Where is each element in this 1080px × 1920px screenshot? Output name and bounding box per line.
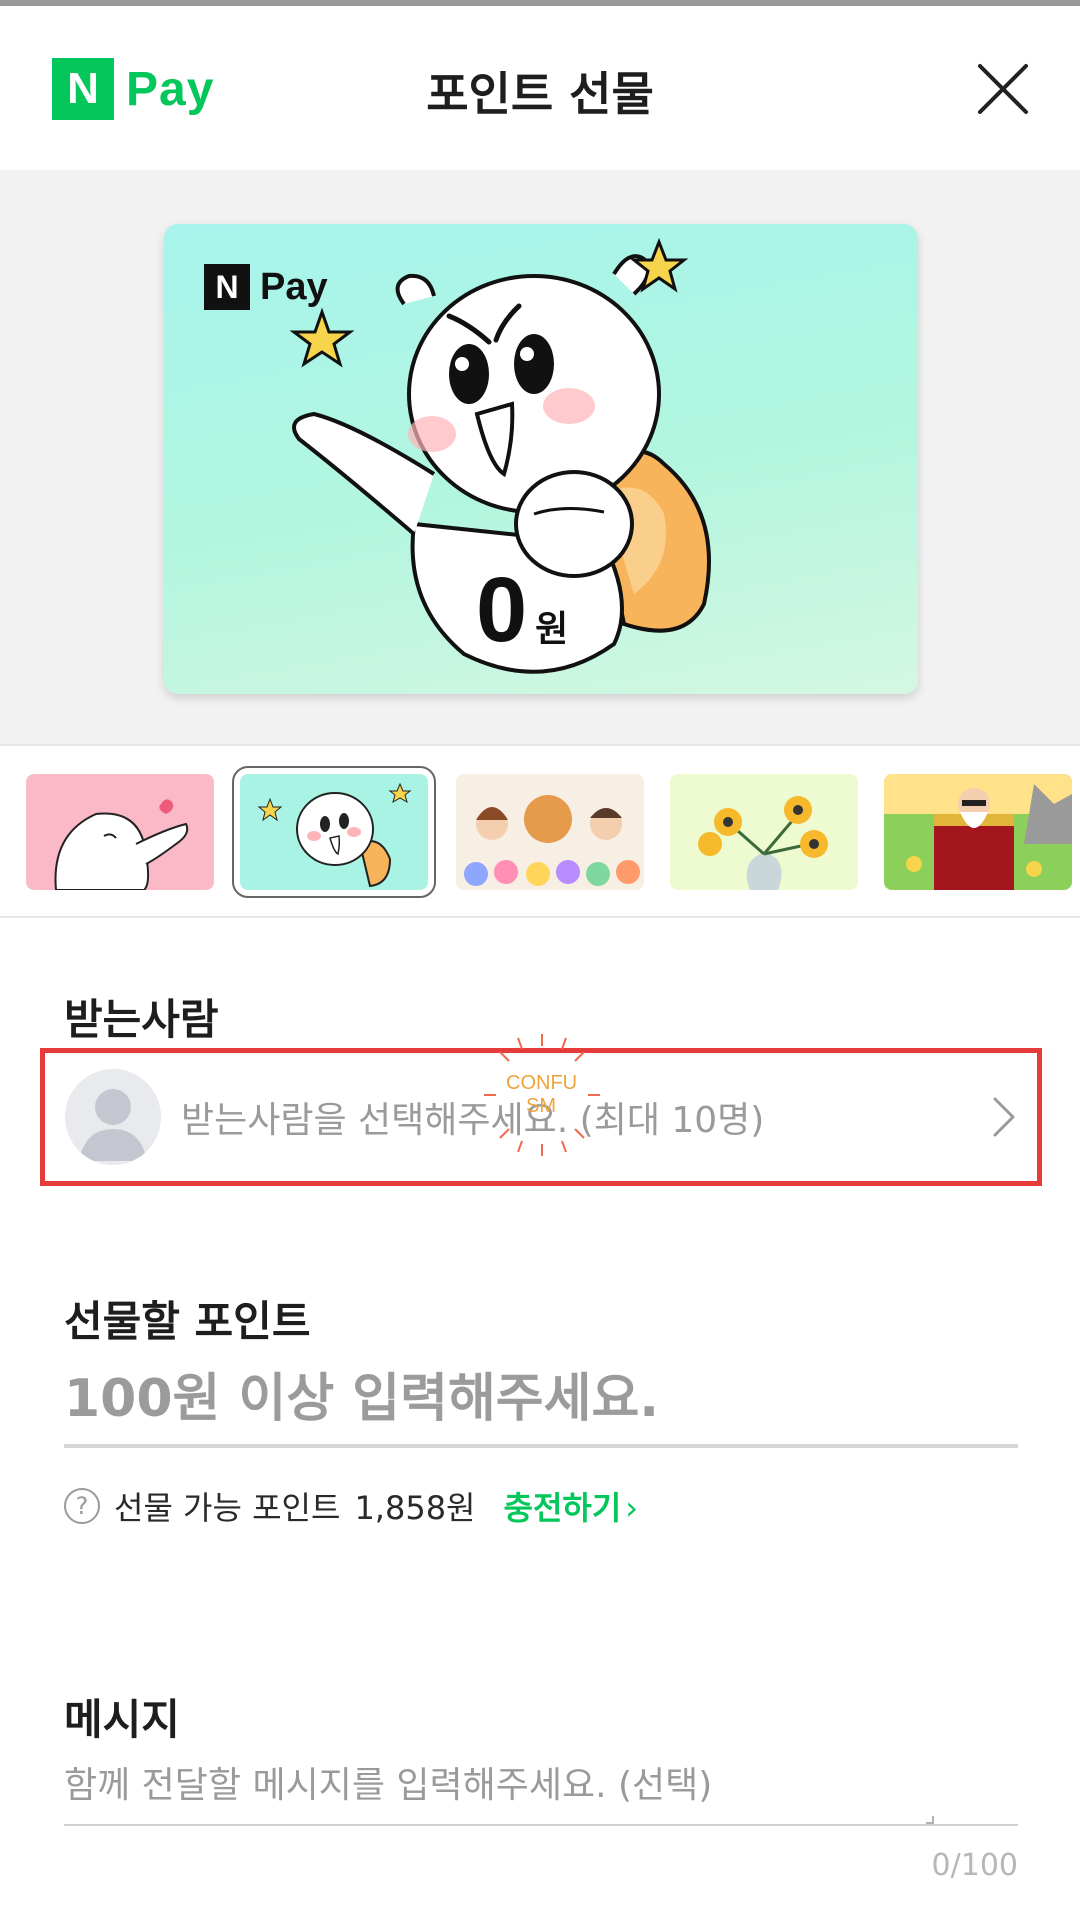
help-icon[interactable]: ? xyxy=(64,1488,100,1524)
close-icon[interactable] xyxy=(968,54,1038,124)
card-amount-unit: 원 xyxy=(535,609,569,650)
available-points-label: 선물 가능 포인트 xyxy=(114,1489,341,1527)
watermark-text: CONFU SM xyxy=(506,1072,578,1117)
person-avatar-icon xyxy=(65,1069,161,1165)
message-input-underline xyxy=(64,1824,1018,1826)
message-title: 메시지 xyxy=(64,1695,180,1744)
gift-card-area: N Pay 0 원 xyxy=(0,170,1080,744)
available-points-value: 1,858원 xyxy=(354,1489,476,1527)
available-points-row: ? 선물 가능 포인트 1,858원 충전하기 › xyxy=(64,1482,638,1530)
card-npay-logo: N Pay xyxy=(204,264,328,310)
gift-card: N Pay 0 원 xyxy=(164,224,918,694)
page-title: 포인트 선물 xyxy=(426,67,654,121)
card-logo-n: N xyxy=(204,264,250,310)
chevron-right-icon xyxy=(993,1097,1015,1137)
chevron-right-icon: › xyxy=(625,1489,639,1527)
thumbnail-yellow-flowers[interactable] xyxy=(670,774,858,890)
points-input[interactable]: 100원 이상 입력해주세요. xyxy=(64,1356,659,1431)
header: N Pay 포인트 선물 xyxy=(0,6,1080,170)
watermark-stamp: CONFU SM xyxy=(480,1030,604,1160)
thumbnail-bear-backpack[interactable] xyxy=(232,766,436,898)
points-title: 선물할 포인트 xyxy=(64,1297,311,1346)
message-input[interactable]: 함께 전달할 메시지를 입력해주세요. (선택) xyxy=(64,1756,712,1808)
bear-backpack-thumbnail-image xyxy=(240,774,428,890)
charge-link[interactable]: 충전하기 › xyxy=(504,1483,639,1529)
card-logo-pay: Pay xyxy=(260,265,328,308)
recipient-title: 받는사람 xyxy=(64,995,219,1044)
friends-flowers-thumbnail-image xyxy=(456,774,644,890)
thumbnail-bear-kiss[interactable] xyxy=(26,774,214,890)
bear-kiss-thumbnail-image xyxy=(26,774,214,890)
yellow-flowers-thumbnail-image xyxy=(670,774,858,890)
card-amount-value: 0 xyxy=(476,559,528,661)
recipient-placeholder: 받는사람을 선택해주세요. (최대 10명) xyxy=(181,1100,765,1141)
thumbnail-friends-flowers[interactable] xyxy=(456,774,644,890)
thumbnail-treasure-chest[interactable] xyxy=(884,774,1072,890)
treasure-chest-thumbnail-image xyxy=(884,774,1072,890)
points-input-underline xyxy=(64,1444,1018,1448)
card-design-selector xyxy=(0,744,1080,918)
card-amount: 0 원 xyxy=(476,558,568,663)
message-char-counter: 0/100 xyxy=(931,1848,1018,1883)
textarea-resize-grip[interactable] xyxy=(926,1816,934,1824)
